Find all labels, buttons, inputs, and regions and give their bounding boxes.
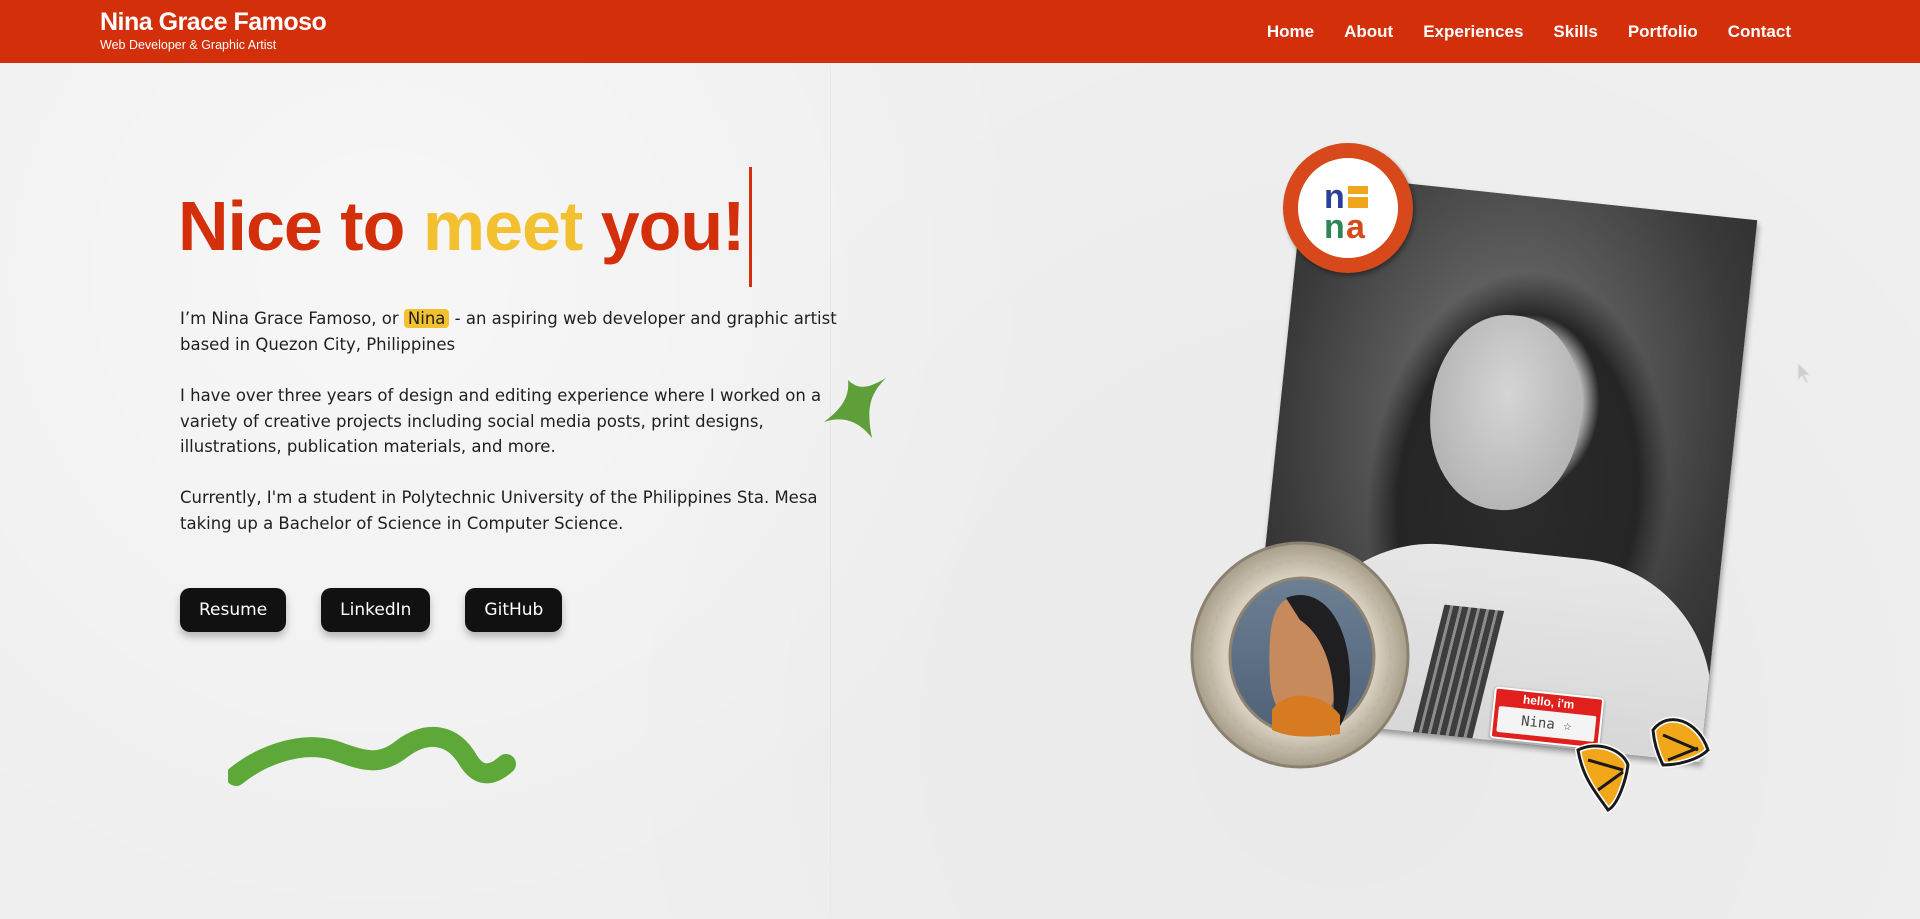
ornate-portrait-frame	[1190, 541, 1410, 769]
nav-experiences[interactable]: Experiences	[1408, 22, 1538, 42]
svg-text:a: a	[1346, 208, 1366, 246]
nav-contact[interactable]: Contact	[1713, 22, 1806, 42]
typing-caret	[749, 167, 752, 287]
brand[interactable]: Nina Grace Famoso Web Developer & Graphi…	[100, 8, 327, 53]
brand-name: Nina Grace Famoso	[100, 8, 327, 36]
top-navbar: Nina Grace Famoso Web Developer & Graphi…	[0, 0, 1920, 63]
portrait-face	[1420, 307, 1591, 518]
nina-logo-icon: n n a	[1298, 158, 1398, 258]
squiggle-decoration	[228, 726, 516, 786]
nina-logo-badge: n n a	[1283, 143, 1413, 273]
nickname-highlight: Nina	[403, 309, 450, 328]
cta-buttons: Resume LinkedIn GitHub	[180, 588, 563, 632]
svg-text:n: n	[1324, 208, 1345, 246]
education-paragraph: Currently, I'm a student in Polytechnic …	[180, 488, 818, 533]
hero-title-part-2: meet	[422, 187, 583, 265]
nav-portfolio[interactable]: Portfolio	[1613, 22, 1713, 42]
linkedin-button[interactable]: LinkedIn	[321, 588, 431, 632]
main-nav: Home About Experiences Skills Portfolio …	[1252, 0, 1806, 63]
brand-tagline: Web Developer & Graphic Artist	[100, 38, 277, 52]
butterfly-sticker-icon	[1575, 716, 1711, 813]
github-button[interactable]: GitHub	[465, 588, 563, 632]
nav-skills[interactable]: Skills	[1538, 22, 1612, 42]
nav-about[interactable]: About	[1329, 22, 1408, 42]
hero-title-part-1: Nice to	[178, 187, 405, 265]
resume-button[interactable]: Resume	[180, 588, 287, 632]
nav-home[interactable]: Home	[1252, 22, 1329, 42]
hero-title: Nice to meet you!	[178, 186, 746, 266]
intro-text-before: I’m Nina Grace Famoso, or	[180, 309, 399, 328]
hero-title-part-3: you!	[600, 187, 746, 265]
experience-paragraph: I have over three years of design and ed…	[180, 386, 822, 456]
intro-paragraph: I’m Nina Grace Famoso, or Nina - an aspi…	[180, 306, 840, 357]
sparkle-star-icon	[824, 378, 886, 438]
cursor-icon	[1797, 362, 1812, 384]
page: Nina Grace Famoso Web Developer & Graphi…	[0, 0, 1920, 919]
